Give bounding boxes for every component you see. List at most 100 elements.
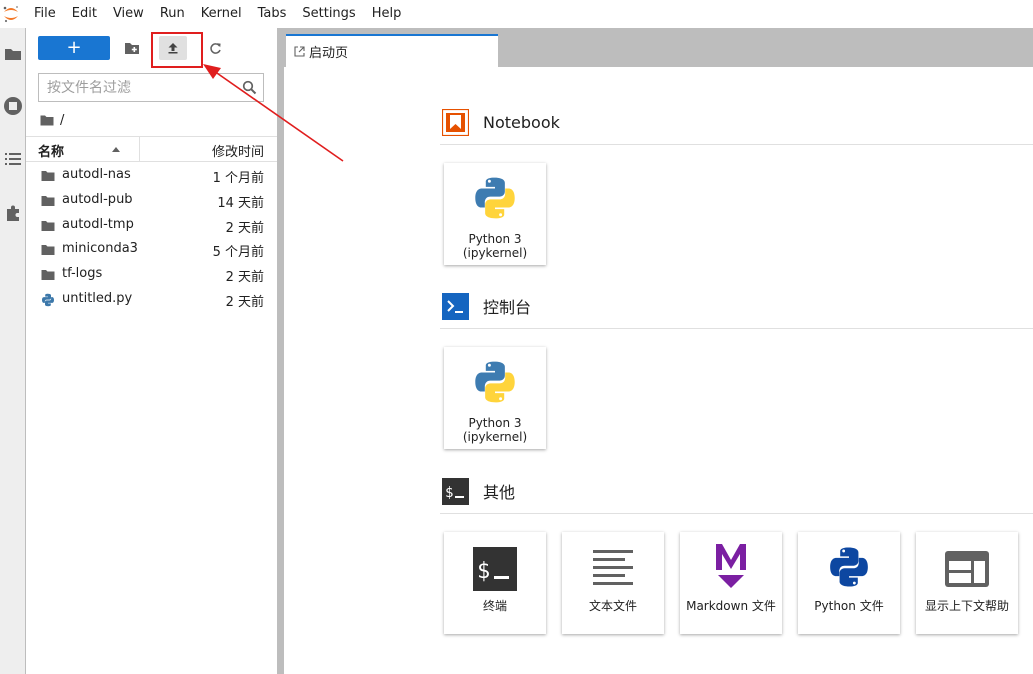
file-browser-tab-icon[interactable] — [0, 41, 26, 67]
folder-icon — [41, 220, 55, 231]
column-header-name[interactable]: 名称 — [38, 141, 64, 160]
markdown-icon — [706, 540, 756, 590]
card-label: Markdown 文件 — [686, 599, 776, 613]
column-divider[interactable] — [139, 137, 140, 161]
file-name: tf-logs — [62, 266, 103, 282]
python-file-icon — [824, 542, 874, 592]
file-row[interactable]: autodl-pub 14 天前 — [26, 189, 277, 214]
section-console-title: 控制台 — [483, 298, 532, 317]
python-logo-icon — [470, 357, 520, 407]
menu-file[interactable]: File — [26, 0, 64, 28]
section-notebook-title: Notebook — [483, 112, 560, 132]
launcher-tab-icon — [294, 46, 305, 57]
section-notebook-header: Notebook — [442, 107, 560, 137]
section-divider — [440, 513, 1033, 514]
launcher-card-context-help[interactable]: 显示上下文帮助 — [916, 532, 1018, 634]
file-list-header: 名称 修改时间 — [26, 136, 277, 162]
file-name: autodl-nas — [62, 167, 131, 182]
card-label-line2: (ipykernel) — [462, 430, 528, 444]
folder-icon — [41, 245, 55, 256]
text-file-lines-icon — [588, 544, 638, 594]
menu-bar: File Edit View Run Kernel Tabs Settings … — [0, 0, 1033, 28]
card-label-line1: Python 3 — [468, 232, 522, 246]
file-row[interactable]: miniconda3 5 个月前 — [26, 238, 277, 263]
file-browser-toolbar: + — [26, 28, 277, 70]
jupyter-logo-icon — [0, 0, 22, 28]
file-row[interactable]: tf-logs 2 天前 — [26, 263, 277, 288]
new-folder-icon — [125, 42, 139, 54]
launcher-card-console-python3[interactable]: Python 3 (ipykernel) — [444, 347, 546, 449]
menu-kernel[interactable]: Kernel — [193, 0, 250, 28]
launcher-card-notebook-python3[interactable]: Python 3 (ipykernel) — [444, 163, 546, 265]
left-sidebar-tabs — [0, 28, 26, 674]
file-modified: 1 个月前 — [212, 171, 264, 186]
folder-icon — [41, 171, 55, 181]
menu-tabs[interactable]: Tabs — [250, 0, 295, 28]
folder-icon — [41, 270, 55, 281]
card-label-line1: Python 3 — [468, 416, 522, 430]
file-modified: 2 天前 — [225, 220, 264, 236]
running-kernels-tab-icon[interactable] — [0, 93, 26, 119]
card-label: 终端 — [482, 599, 507, 613]
menu-view[interactable]: View — [105, 0, 152, 28]
menu-settings[interactable]: Settings — [294, 0, 363, 28]
file-filter-box — [38, 73, 264, 102]
section-console-header: 控制台 — [442, 291, 531, 321]
extensions-puzzle-icon[interactable] — [0, 200, 26, 226]
new-folder-button[interactable] — [118, 36, 146, 60]
terminal-icon: $ — [470, 544, 520, 594]
folder-icon — [41, 195, 55, 206]
file-modified: 5 个月前 — [212, 245, 264, 261]
file-filter-input[interactable] — [39, 79, 235, 96]
breadcrumb: / — [40, 110, 64, 130]
context-help-window-icon — [942, 544, 992, 594]
tab-launcher[interactable]: 启动页 — [286, 34, 498, 67]
panel-splitter[interactable] — [277, 28, 284, 674]
tab-launcher-label: 启动页 — [309, 46, 349, 61]
python-logo-icon — [470, 173, 520, 223]
refresh-file-list-button[interactable] — [201, 36, 229, 60]
launcher-card-text-file[interactable]: 文本文件 — [562, 532, 664, 634]
svg-text:$: $ — [445, 485, 453, 501]
card-label: Python 文件 — [814, 599, 884, 613]
file-modified: 2 天前 — [225, 270, 264, 286]
file-name: autodl-pub — [62, 191, 133, 207]
new-launcher-button[interactable]: + — [38, 36, 110, 60]
card-label: 显示上下文帮助 — [924, 599, 1009, 613]
file-row[interactable]: untitled.py 2 天前 — [26, 288, 277, 313]
console-prompt-icon — [442, 292, 469, 320]
file-browser-panel: + / 名称 修改时间 — [26, 28, 277, 674]
svg-text:$: $ — [477, 559, 490, 584]
file-name: miniconda3 — [62, 241, 138, 257]
column-header-modified[interactable]: 修改时间 — [212, 141, 264, 160]
annotation-highlight-box — [151, 32, 203, 68]
menu-edit[interactable]: Edit — [64, 0, 105, 28]
breadcrumb-root[interactable]: / — [60, 113, 64, 128]
menu-run[interactable]: Run — [152, 0, 193, 28]
card-label-line2: (ipykernel) — [462, 246, 528, 260]
refresh-icon — [209, 42, 221, 54]
section-divider — [440, 328, 1033, 329]
section-other-title: 其他 — [483, 483, 516, 502]
home-folder-icon[interactable] — [40, 115, 54, 126]
file-name: autodl-tmp — [62, 216, 134, 232]
sort-ascending-icon — [112, 147, 120, 152]
python-file-icon — [42, 293, 54, 307]
launcher-card-python-file[interactable]: Python 文件 — [798, 532, 900, 634]
terminal-dollar-icon: $ — [442, 477, 469, 505]
search-icon — [242, 80, 257, 95]
document-tab-bar: 启动页 — [284, 28, 1033, 67]
table-of-contents-tab-icon[interactable] — [0, 146, 26, 172]
file-modified: 2 天前 — [225, 294, 264, 310]
launcher-card-terminal[interactable]: $ 终端 — [444, 532, 546, 634]
main-area: 启动页 Notebook Python 3 (ipykernel) 控制台 Py… — [284, 28, 1033, 674]
card-label: 文本文件 — [588, 599, 637, 613]
file-name: untitled.py — [62, 290, 133, 306]
file-list: autodl-nas 1 个月前 autodl-pub 14 天前 autodl… — [26, 164, 277, 313]
menu-help[interactable]: Help — [364, 0, 410, 28]
launcher-card-markdown-file[interactable]: Markdown 文件 — [680, 532, 782, 634]
section-divider — [440, 144, 1033, 145]
file-modified: 14 天前 — [217, 195, 264, 211]
file-row[interactable]: autodl-tmp 2 天前 — [26, 214, 277, 239]
file-row[interactable]: autodl-nas 1 个月前 — [26, 164, 277, 189]
